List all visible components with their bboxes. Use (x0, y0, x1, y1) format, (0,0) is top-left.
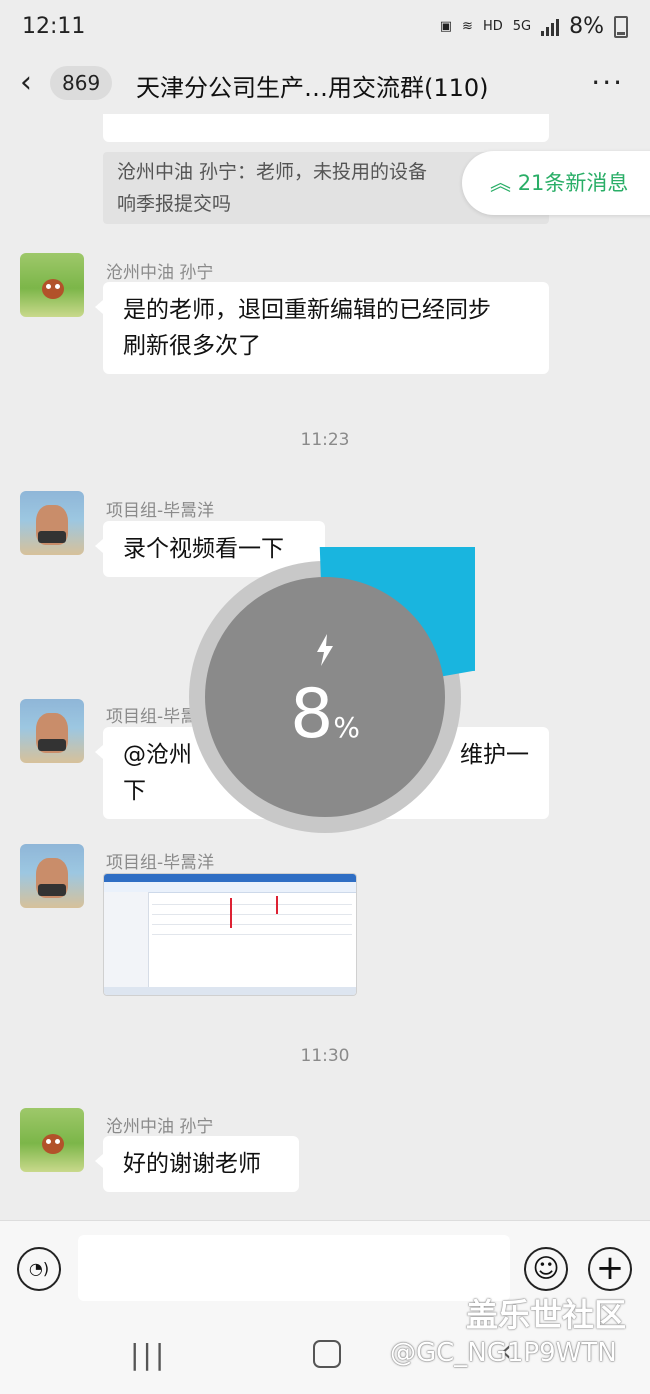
plus-icon[interactable]: + (588, 1247, 632, 1291)
more-icon[interactable]: ··· (591, 66, 624, 99)
message-line: 刷新很多次了 (123, 333, 261, 359)
recents-icon[interactable]: ||| (130, 1338, 167, 1371)
new-messages-label: 21条新消息 (517, 171, 629, 195)
chat-title: 天津分公司生产…用交流群(110) (136, 74, 489, 102)
charge-value: 8 (290, 675, 334, 754)
signal-label: 5G (512, 19, 532, 34)
avatar[interactable] (20, 844, 84, 908)
charging-overlay: 8% (175, 371, 618, 847)
charge-percent: 8% (175, 675, 475, 754)
message-line: 好的谢谢老师 (123, 1151, 261, 1177)
watermark-user: @GC_NG1P9WTN (390, 1338, 617, 1368)
double-chevron-up-icon: ︽ (490, 171, 511, 195)
sender-name: 沧州中油 孙宁 (106, 1117, 214, 1137)
avatar[interactable] (20, 699, 84, 763)
chat-header: ‹ 869 天津分公司生产…用交流群(110) ··· (0, 56, 650, 114)
cropped-bubble (103, 114, 549, 142)
message-bubble[interactable]: 是的老师，退回重新编辑的已经同步 刷新很多次了 (95, 282, 549, 374)
new-messages-button[interactable]: ︽ 21条新消息 (462, 151, 650, 215)
charge-unit: % (333, 711, 360, 744)
battery-percent: 8% (569, 14, 604, 39)
lightning-icon (317, 634, 333, 666)
back-chevron-icon[interactable]: ‹ (20, 68, 32, 98)
network-label: HD (482, 19, 503, 34)
avatar[interactable] (20, 253, 84, 317)
avatar[interactable] (20, 1108, 84, 1172)
status-bar: 12:11 ▣ ≋ HD 5G 8% (0, 0, 650, 56)
image-message[interactable] (103, 873, 357, 996)
sender-name: 沧州中油 孙宁 (106, 263, 214, 283)
battery-icon (614, 15, 628, 38)
voice-icon[interactable]: ◔) (17, 1247, 61, 1291)
status-icons: ▣ ≋ HD 5G 8% (440, 14, 628, 39)
signal-icon (541, 18, 560, 36)
timestamp: 11:30 (300, 1046, 350, 1066)
sender-name: 项目组-毕暠洋 (106, 501, 215, 521)
emoji-icon[interactable]: ☺ (524, 1247, 568, 1291)
sender-name: 项目组-毕暠洋 (106, 853, 215, 873)
message-bubble[interactable]: 好的谢谢老师 (95, 1136, 299, 1192)
wifi-icon: ≋ (462, 19, 473, 34)
notification-icon: ▣ (439, 19, 453, 34)
message-input[interactable] (78, 1235, 510, 1301)
message-line: 是的老师，退回重新编辑的已经同步 (123, 297, 491, 323)
watermark-site: 盖乐世社区 (466, 1296, 627, 1334)
status-time: 12:11 (22, 14, 86, 39)
avatar[interactable] (20, 491, 84, 555)
unread-count-badge[interactable]: 869 (50, 66, 113, 100)
home-icon[interactable] (313, 1340, 341, 1368)
timestamp: 11:23 (300, 430, 350, 450)
